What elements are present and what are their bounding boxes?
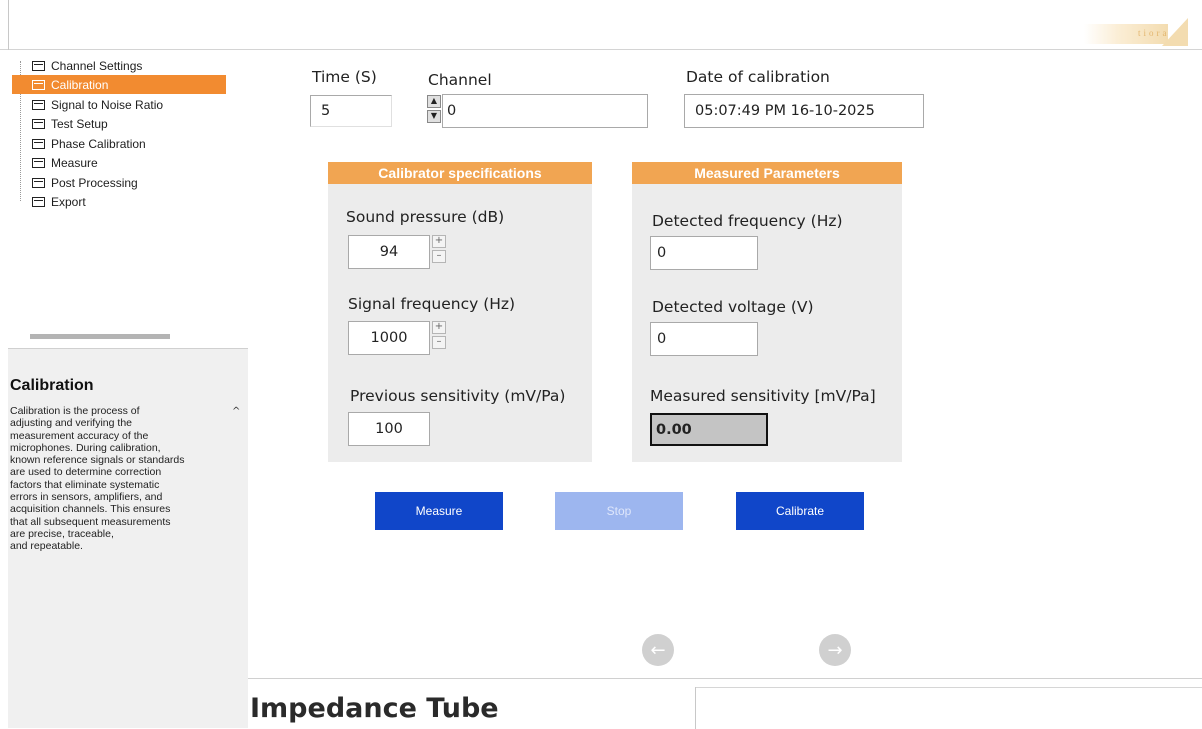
detected-voltage-field: 0 (650, 322, 758, 356)
tree-item-post-processing[interactable]: Post Processing (12, 173, 138, 192)
footer-title: Impedance Tube (250, 693, 499, 724)
tree-item-calibration[interactable]: Calibration (12, 75, 226, 94)
calibrator-panel: Calibrator specifications Sound pressure… (328, 162, 592, 462)
tree-item-measure[interactable]: Measure (12, 153, 98, 172)
sound-pressure-input[interactable]: 94 (348, 235, 430, 269)
measured-sensitivity-label: Measured sensitivity [mV/Pa] (650, 387, 876, 405)
help-panel: Calibration Calibration is the process o… (8, 349, 248, 728)
window-icon (32, 79, 45, 90)
calibration-main-panel: Time (S) 5 Channel ▲ ▼ 0 Date of calibra… (248, 51, 1202, 678)
measured-header: Measured Parameters (632, 162, 902, 184)
channel-input[interactable]: 0 (442, 94, 648, 128)
tree-item-label: Signal to Noise Ratio (51, 97, 164, 112)
sound-pressure-label: Sound pressure (dB) (346, 208, 505, 226)
date-label: Date of calibration (686, 68, 830, 86)
channel-label: Channel (428, 71, 492, 89)
help-text: Calibration is the process of adjusting … (10, 405, 185, 553)
plus-icon[interactable]: + (432, 321, 446, 334)
footer-bar: Impedance Tube (248, 678, 1202, 729)
detected-frequency-field: 0 (650, 236, 758, 270)
arrow-left-icon[interactable]: ← (642, 634, 674, 666)
signal-frequency-input[interactable]: 1000 (348, 321, 430, 355)
tree-item-signal-to-noise[interactable]: Signal to Noise Ratio (12, 95, 163, 114)
tree-item-phase-calibration[interactable]: Phase Calibration (12, 134, 146, 153)
tree-item-label: Measure (51, 155, 98, 170)
window-icon (32, 99, 45, 110)
tree-item-test-setup[interactable]: Test Setup (12, 114, 108, 133)
window-icon (32, 177, 45, 188)
signal-frequency-spinner[interactable]: + – (432, 321, 448, 349)
top-bar: tiora (0, 0, 1202, 50)
signal-frequency-label: Signal frequency (Hz) (348, 295, 516, 313)
tree-item-label: Export (51, 194, 86, 209)
stop-button[interactable]: Stop (555, 492, 683, 530)
minus-icon[interactable]: – (432, 336, 446, 349)
sound-pressure-spinner[interactable]: + – (432, 235, 448, 263)
tree-item-label: Channel Settings (51, 58, 143, 73)
measure-button[interactable]: Measure (375, 492, 503, 530)
brand-logo: tiora (1078, 18, 1188, 46)
window-icon (32, 138, 45, 149)
footer-rule (696, 687, 1202, 688)
calibrator-header: Calibrator specifications (328, 162, 592, 184)
brand-logo-text: tiora (1138, 28, 1170, 38)
measured-sensitivity-field: 0.00 (650, 413, 768, 446)
scroll-up-icon[interactable]: ^ (232, 406, 240, 417)
window-icon (32, 157, 45, 168)
tree-item-label: Test Setup (51, 116, 108, 131)
arrow-right-icon[interactable]: → (819, 634, 851, 666)
navigation-tree: Channel Settings Calibration Signal to N… (8, 51, 248, 349)
tree-item-label: Phase Calibration (51, 136, 146, 151)
time-label: Time (S) (312, 68, 377, 86)
footer-divider (695, 687, 696, 729)
tree-item-label: Calibration (51, 77, 109, 92)
plus-icon[interactable]: + (432, 235, 446, 248)
previous-sensitivity-label: Previous sensitivity (mV/Pa) (350, 387, 566, 405)
tree-item-label: Post Processing (51, 175, 138, 190)
measured-panel: Measured Parameters Detected frequency (… (632, 162, 902, 462)
help-title: Calibration (10, 377, 94, 394)
spin-down-icon[interactable]: ▼ (427, 110, 441, 123)
detected-voltage-label: Detected voltage (V) (652, 298, 814, 316)
tree-item-channel-settings[interactable]: Channel Settings (12, 56, 142, 75)
time-input[interactable]: 5 (310, 95, 392, 127)
window-icon (32, 118, 45, 129)
window-edge (8, 0, 9, 50)
window-icon (32, 60, 45, 71)
minus-icon[interactable]: – (432, 250, 446, 263)
spin-up-icon[interactable]: ▲ (427, 95, 441, 108)
previous-sensitivity-field: 100 (348, 412, 430, 446)
tree-item-export[interactable]: Export (12, 192, 86, 211)
date-field: 05:07:49 PM 16-10-2025 (684, 94, 924, 128)
window-icon (32, 196, 45, 207)
calibrate-button[interactable]: Calibrate (736, 492, 864, 530)
channel-spinner[interactable]: ▲ ▼ (427, 95, 443, 123)
horizontal-scrollbar[interactable] (30, 334, 170, 339)
sidebar: Channel Settings Calibration Signal to N… (8, 51, 248, 728)
detected-frequency-label: Detected frequency (Hz) (652, 212, 843, 230)
